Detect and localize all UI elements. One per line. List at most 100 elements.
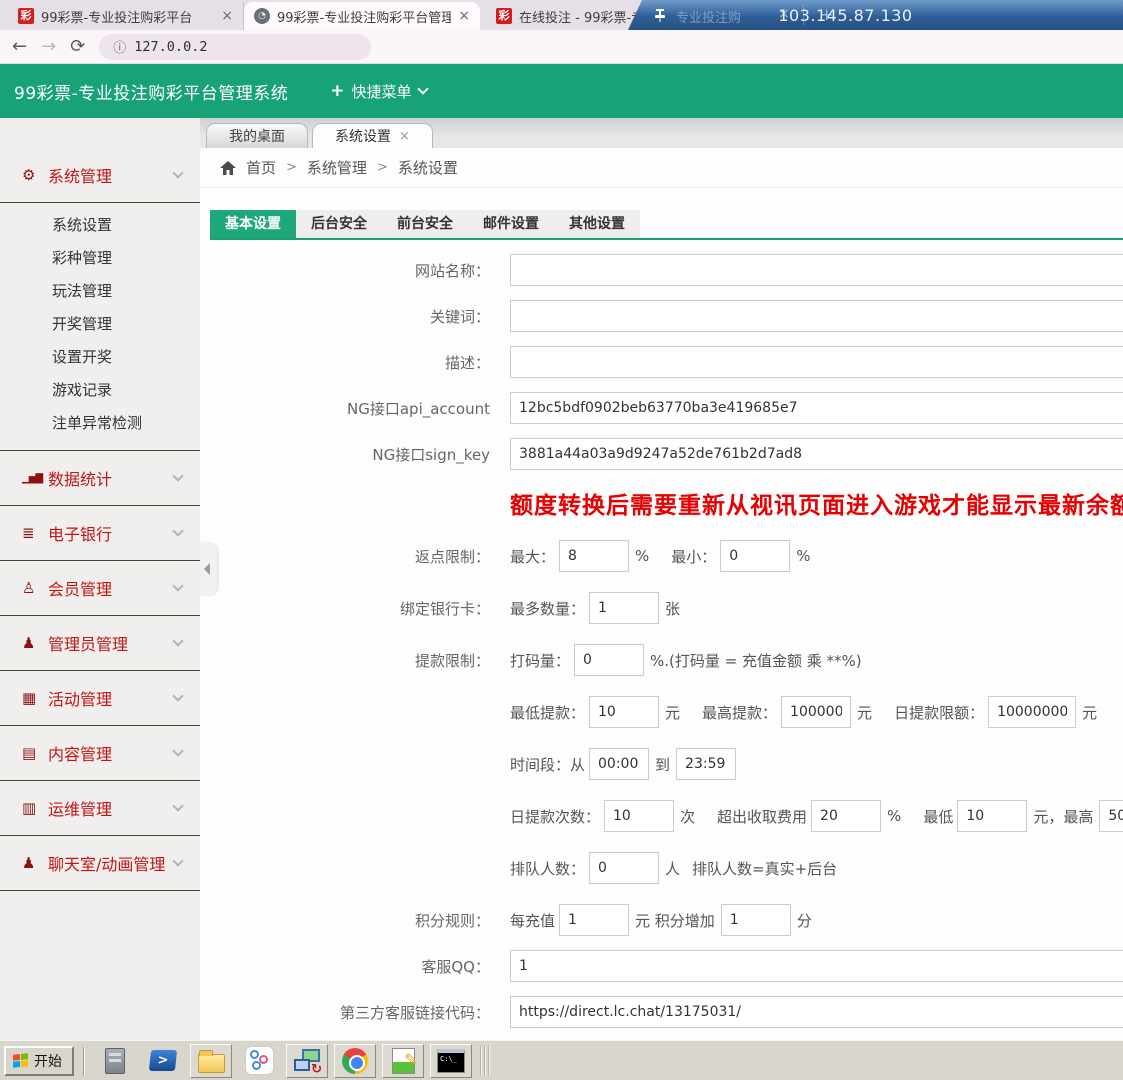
page-tab-system-settings[interactable]: 系统设置 × [312, 123, 433, 148]
quick-menu-button[interactable]: + 快捷菜单 [330, 81, 426, 102]
settings-form: 基本设置 后台安全 前台安全 邮件设置 其他设置 网站名称： 关键词： 描述： [200, 188, 1123, 1040]
taskbar-text-editor-icon[interactable] [382, 1044, 424, 1078]
ng-api-account-label: NG接口api_account [210, 398, 490, 419]
tab-frontend-security[interactable]: 前台安全 [382, 210, 468, 238]
taskbar-file-explorer-icon[interactable] [190, 1044, 232, 1078]
withdraw-limit-label: 提款限制： [210, 650, 490, 671]
sidebar-item-label: 内容管理 [48, 741, 174, 765]
sidebar-submenu: 系统设置 彩种管理 玩法管理 开奖管理 设置开奖 游戏记录 注单异常检测 [0, 203, 200, 450]
fee-mid-label: 元，最高 [1033, 806, 1093, 827]
tab-basic-settings[interactable]: 基本设置 [210, 210, 296, 238]
tab-backend-security[interactable]: 后台安全 [296, 210, 382, 238]
unit-text: 人 [665, 858, 680, 879]
description-input[interactable] [510, 346, 1123, 378]
fee-high-input[interactable] [1099, 800, 1123, 832]
sidebar-item-draw-mgmt[interactable]: 开奖管理 [0, 308, 200, 341]
tab-mail-settings[interactable]: 邮件设置 [468, 210, 554, 238]
service-qq-label: 客服QQ： [210, 956, 490, 977]
back-icon[interactable]: ← [12, 38, 27, 56]
member-icon: ♙ [22, 579, 48, 597]
tab-title: 99彩票-专业投注购彩平台 [41, 7, 214, 26]
sidebar-item-admin-mgmt[interactable]: ♟ 管理员管理 [0, 616, 200, 670]
fee-low-label: 最低 [923, 806, 953, 827]
taskbar-powershell-icon[interactable]: > [142, 1044, 184, 1078]
excess-fee-input[interactable] [811, 800, 881, 832]
info-icon[interactable]: ⓘ [113, 37, 126, 56]
withdraw-max-input[interactable] [781, 696, 851, 728]
withdraw-min-input[interactable] [589, 696, 659, 728]
sidebar-item-content-mgmt[interactable]: ▤ 内容管理 [0, 726, 200, 780]
close-icon[interactable]: × [458, 8, 470, 24]
sidebar-collapse-handle[interactable] [200, 543, 217, 595]
url-text: 127.0.0.2 [134, 39, 207, 55]
ng-api-account-input[interactable] [510, 392, 1123, 424]
breadcrumb-system-mgmt[interactable]: 系统管理 [307, 157, 367, 178]
fee-low-input[interactable] [957, 800, 1027, 832]
sidebar-item-game-records[interactable]: 游戏记录 [0, 374, 200, 407]
rebate-max-input[interactable] [559, 540, 629, 572]
taskbar-server-manager-icon[interactable] [94, 1044, 136, 1078]
bank-card-count-input[interactable] [589, 592, 659, 624]
sidebar-item-bet-anomaly[interactable]: 注单异常检测 [0, 407, 200, 440]
taskbar-grip-handle[interactable] [480, 1046, 492, 1076]
sidebar-item-ebank[interactable]: ≣ 电子银行 [0, 506, 200, 560]
dama-input[interactable] [574, 644, 644, 676]
breadcrumb-system-settings[interactable]: 系统设置 [398, 157, 458, 178]
ops-icon: ▥ [22, 799, 48, 817]
tab-other-settings[interactable]: 其他设置 [554, 210, 640, 238]
close-icon[interactable]: × [221, 8, 233, 24]
sidebar-item-system-settings[interactable]: 系统设置 [0, 209, 200, 242]
time-from-input[interactable] [589, 748, 649, 780]
rdp-ip-address: 103.145.87.130 [628, 6, 1063, 25]
forward-icon[interactable]: → [41, 38, 56, 56]
form-row: 积分规则： 每充值 元 积分增加 分 [210, 904, 1123, 936]
close-icon[interactable]: × [399, 129, 410, 144]
daily-times-input[interactable] [604, 800, 674, 832]
description-label: 描述： [210, 352, 490, 373]
service-qq-input[interactable] [510, 950, 1123, 982]
rdp-connection-bar: 专业投注购 × + 103.145.87.130 [628, 0, 1123, 30]
sidebar-item-lottery-mgmt[interactable]: 彩种管理 [0, 242, 200, 275]
taskbar-rings-app-icon[interactable] [238, 1044, 280, 1078]
daily-withdraw-limit-input[interactable] [988, 696, 1076, 728]
reload-icon[interactable]: ⟳ [70, 38, 85, 56]
time-to-input[interactable] [676, 748, 736, 780]
sidebar-item-system-mgmt[interactable]: ⚙ 系统管理 [0, 148, 200, 202]
sidebar-item-activity-mgmt[interactable]: ▦ 活动管理 [0, 671, 200, 725]
third-party-chat-input[interactable] [510, 996, 1123, 1028]
sidebar-item-play-mgmt[interactable]: 玩法管理 [0, 275, 200, 308]
sidebar-item-data-stats[interactable]: ▁▅▇ 数据统计 [0, 451, 200, 505]
chevron-down-icon [172, 470, 183, 481]
start-button[interactable]: 开始 [4, 1046, 74, 1076]
ng-sign-key-input[interactable] [510, 438, 1123, 470]
browser-tab-1[interactable]: 彩 99彩票-专业投注购彩平台 × [8, 2, 244, 30]
points-per-input[interactable] [559, 904, 629, 936]
bank-card-count-label: 最多数量： [510, 598, 585, 619]
taskbar-terminal-icon[interactable]: C:\_ [430, 1044, 472, 1078]
breadcrumb-home[interactable]: 首页 [246, 157, 276, 178]
taskbar-chrome-icon[interactable] [334, 1044, 376, 1078]
unit-text: % [887, 807, 901, 825]
rebate-min-input[interactable] [720, 540, 790, 572]
time-to-label: 到 [655, 754, 670, 775]
queue-label: 排队人数： [510, 858, 585, 879]
list-icon: ≣ [22, 524, 48, 542]
rebate-max-label: 最大： [510, 546, 555, 567]
taskbar-remote-desktop-icon[interactable]: ↻ [286, 1044, 328, 1078]
browser-tab-strip: 彩 99彩票-专业投注购彩平台 × ◔ 99彩票-专业投注购彩平台管理系 × 彩… [0, 0, 1123, 30]
sidebar-item-member-mgmt[interactable]: ♙ 会员管理 [0, 561, 200, 615]
lottery-favicon: 彩 [496, 8, 512, 24]
sidebar-item-ops-mgmt[interactable]: ▥ 运维管理 [0, 781, 200, 835]
site-name-input[interactable] [510, 254, 1123, 286]
divider [0, 890, 200, 891]
points-add-input[interactable] [721, 904, 791, 936]
sidebar-item-set-draw[interactable]: 设置开奖 [0, 341, 200, 374]
browser-tab-2-active[interactable]: ◔ 99彩票-专业投注购彩平台管理系 × [244, 2, 480, 30]
queue-input[interactable] [589, 852, 659, 884]
address-bar[interactable]: ⓘ 127.0.0.2 [99, 34, 371, 60]
gear-icon: ⚙ [22, 166, 48, 184]
sidebar-item-chat-mgmt[interactable]: ♟ 聊天室/动画管理 [0, 836, 200, 890]
page-tab-desktop[interactable]: 我的桌面 [206, 123, 308, 148]
keywords-input[interactable] [510, 300, 1123, 332]
unit-text: % [635, 547, 649, 565]
